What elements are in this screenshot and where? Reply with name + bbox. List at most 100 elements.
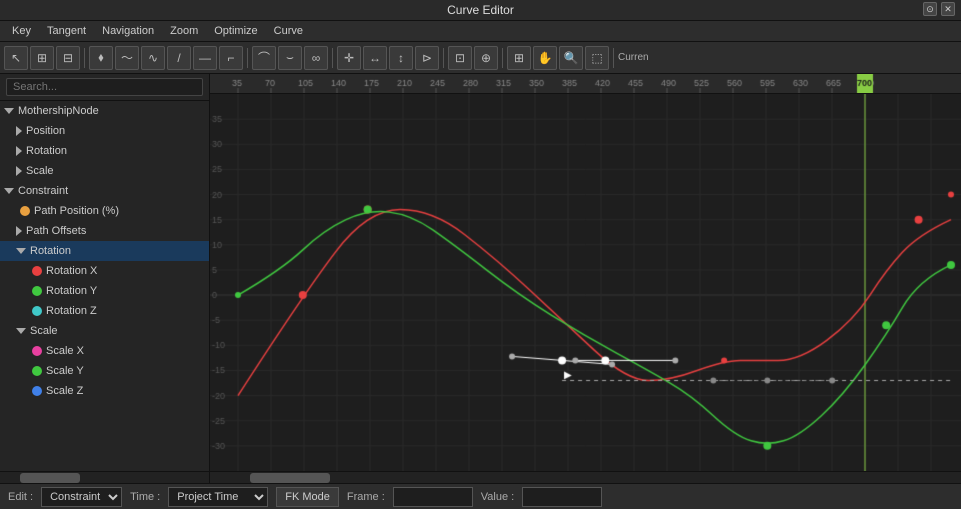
frame-label: Frame : [347, 491, 385, 503]
tree-label-scale-y: Scale Y [46, 365, 205, 377]
scale-h-icon[interactable]: ↔ [363, 46, 387, 70]
menu-optimize[interactable]: Optimize [206, 23, 265, 39]
curve-canvas[interactable] [210, 94, 961, 471]
insert-icon[interactable]: ⊡ [448, 46, 472, 70]
close-button[interactable]: ✕ [941, 2, 955, 16]
tree-item-scale-y[interactable]: Scale Y [0, 361, 209, 381]
tree-label-rotation-y: Rotation Y [46, 285, 205, 297]
horizontal-scrollbar[interactable] [210, 471, 961, 483]
zoom-icon[interactable]: 🔍 [559, 46, 583, 70]
tree-label-scale-top: Scale [26, 165, 205, 177]
tree-item-rotation-x[interactable]: Rotation X [0, 261, 209, 281]
v-scroll-thumb[interactable] [20, 473, 80, 483]
separator-4 [443, 48, 444, 68]
curve-canvas-container[interactable] [210, 94, 961, 471]
tree-label-scale-z: Scale Z [46, 385, 205, 397]
tree-item-scale-x[interactable]: Scale X [0, 341, 209, 361]
edit-select[interactable]: Constraint [41, 487, 122, 507]
dot-rotation-z [32, 306, 42, 316]
h-scroll-thumb[interactable] [250, 473, 330, 483]
title-bar: Curve Editor ⊙ ✕ [0, 0, 961, 21]
expand-arrow [16, 248, 26, 254]
infinity-icon[interactable]: ∞ [304, 46, 328, 70]
expand-arrow [16, 166, 22, 176]
expand-arrow [4, 108, 14, 114]
tree-label-position: Position [26, 125, 205, 137]
tree-item-path-position[interactable]: Path Position (%) [0, 201, 209, 221]
hand-icon[interactable]: ✋ [533, 46, 557, 70]
auto-tangent-icon[interactable]: ∿ [141, 46, 165, 70]
menu-bar: Key Tangent Navigation Zoom Optimize Cur… [0, 21, 961, 42]
menu-tangent[interactable]: Tangent [39, 23, 94, 39]
dot-rotation-y [32, 286, 42, 296]
left-panel: MothershipNode Position Rotation Scale C… [0, 74, 210, 483]
fk-mode-button[interactable]: FK Mode [276, 487, 339, 507]
snap-icon[interactable]: ⊕ [474, 46, 498, 70]
separator-2 [247, 48, 248, 68]
plateau-icon[interactable]: ⌒ [252, 46, 276, 70]
toolbar: ↖ ⊞ ⊟ ⬧ 〜 ∿ / — ⌐ ⌒ ⌣ ∞ ✛ ↔ ↕ ⊳ ⊡ ⊕ ⊞ ✋ … [0, 42, 961, 74]
tree-item-rotation-constraint[interactable]: Rotation [0, 241, 209, 261]
ruler-canvas [210, 74, 961, 94]
fit-icon[interactable]: ⊞ [507, 46, 531, 70]
tree-item-scale-constraint[interactable]: Scale [0, 321, 209, 341]
menu-zoom[interactable]: Zoom [162, 23, 206, 39]
expand-arrow [16, 226, 22, 236]
layer-icon[interactable]: ⊟ [56, 46, 80, 70]
step-tangent-icon[interactable]: ⌐ [219, 46, 243, 70]
scale-v-icon[interactable]: ↕ [389, 46, 413, 70]
tree-item-mothership[interactable]: MothershipNode [0, 101, 209, 121]
dot-rotation-x [32, 266, 42, 276]
tree-panel: MothershipNode Position Rotation Scale C… [0, 101, 209, 471]
frame-input[interactable] [393, 487, 473, 507]
expand-arrow [16, 328, 26, 334]
dot-scale-x [32, 346, 42, 356]
curve-area [210, 74, 961, 483]
value-label: Value : [481, 491, 514, 503]
tree-item-rotation-top[interactable]: Rotation [0, 141, 209, 161]
separator-6 [613, 48, 614, 68]
copy-icon[interactable]: ⊞ [30, 46, 54, 70]
tree-item-rotation-y[interactable]: Rotation Y [0, 281, 209, 301]
timeline-ruler [210, 74, 961, 94]
separator-1 [84, 48, 85, 68]
tree-item-constraint[interactable]: Constraint [0, 181, 209, 201]
value-input[interactable] [522, 487, 602, 507]
minimize-button[interactable]: ⊙ [923, 2, 937, 16]
tree-item-rotation-z[interactable]: Rotation Z [0, 301, 209, 321]
expand-arrow [16, 126, 22, 136]
tree-label-rotation-constraint: Rotation [30, 245, 205, 257]
linear-tangent-icon[interactable]: / [167, 46, 191, 70]
separator-3 [332, 48, 333, 68]
tree-label-scale-x: Scale X [46, 345, 205, 357]
expand-arrow [4, 188, 14, 194]
weighted-icon[interactable]: ⌣ [278, 46, 302, 70]
tree-label-rotation-x: Rotation X [46, 265, 205, 277]
move2-icon[interactable]: ✛ [337, 46, 361, 70]
tree-item-path-offsets[interactable]: Path Offsets [0, 221, 209, 241]
tree-item-scale-top[interactable]: Scale [0, 161, 209, 181]
menu-key[interactable]: Key [4, 23, 39, 39]
tangent-flat-icon[interactable]: 〜 [115, 46, 139, 70]
bottom-bar: Edit : Constraint Time : Project Time FK… [0, 483, 961, 509]
separator-5 [502, 48, 503, 68]
move-icon[interactable]: ↖ [4, 46, 28, 70]
normalize-icon[interactable]: ⊳ [415, 46, 439, 70]
time-label: Time : [130, 491, 160, 503]
expand-arrow [16, 146, 22, 156]
tree-item-position[interactable]: Position [0, 121, 209, 141]
tree-label-mothership: MothershipNode [18, 105, 205, 117]
edit-label: Edit : [8, 491, 33, 503]
tree-item-scale-z[interactable]: Scale Z [0, 381, 209, 401]
menu-navigation[interactable]: Navigation [94, 23, 162, 39]
tree-label-rotation-z: Rotation Z [46, 305, 205, 317]
menu-curve[interactable]: Curve [266, 23, 311, 39]
current-label: Curren [618, 52, 649, 63]
time-select[interactable]: Project Time [168, 487, 268, 507]
tree-label-path-offsets: Path Offsets [26, 225, 205, 237]
key-icon[interactable]: ⬧ [89, 46, 113, 70]
flat-tangent-icon[interactable]: — [193, 46, 217, 70]
search-input[interactable] [6, 78, 203, 96]
region-icon[interactable]: ⬚ [585, 46, 609, 70]
vertical-scrollbar[interactable] [0, 471, 209, 483]
